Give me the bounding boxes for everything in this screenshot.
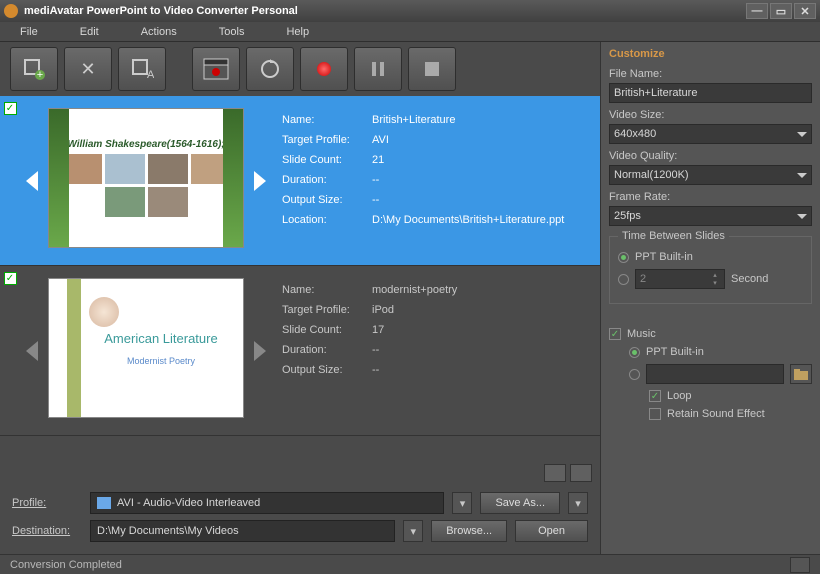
view-list-button[interactable] [570,464,592,482]
chevron-down-icon [797,132,807,137]
item-checkbox[interactable]: ✓ [4,102,17,115]
destination-dropdown-button[interactable]: ▾ [403,520,423,542]
slide-thumbnail: American Literature Modernist Poetry [48,278,244,418]
refresh-button[interactable] [246,47,294,91]
destination-label: Destination: [12,525,82,537]
minimize-button[interactable]: — [746,3,768,19]
quality-label: Video Quality: [609,150,812,162]
videosize-label: Video Size: [609,109,812,121]
toolbar: + ✕ A [0,42,600,96]
menu-help[interactable]: Help [286,26,309,38]
statusbar: Conversion Completed [0,554,820,574]
list-item[interactable]: ✓ American Literature Modernist Poetry N… [0,266,600,436]
chevron-down-icon [797,173,807,178]
slide-thumbnail: William Shakespeare(1564-1616); [48,108,244,248]
prev-slide-button[interactable] [26,171,38,191]
record-button[interactable] [300,47,348,91]
music-group: ✓Music PPT Built-in ✓Loop Retain Sound E… [609,314,812,434]
loop-checkbox[interactable]: ✓ [649,390,661,402]
filename-input[interactable] [609,83,812,103]
add-file-button[interactable]: + [10,47,58,91]
item-checkbox[interactable]: ✓ [4,272,17,285]
delete-button[interactable]: ✕ [64,47,112,91]
framerate-label: Frame Rate: [609,191,812,203]
view-switch [0,460,600,486]
app-title: mediAvatar PowerPoint to Video Converter… [24,5,298,17]
time-between-slides-group: Time Between Slides PPT Built-in 2▴▾ Sec… [609,236,812,304]
time-seconds-spinner[interactable]: 2▴▾ [635,269,725,289]
save-as-button[interactable]: Save As... [480,492,560,514]
music-browse-button[interactable] [790,364,812,384]
menu-edit[interactable]: Edit [80,26,99,38]
menu-actions[interactable]: Actions [141,26,177,38]
framerate-select[interactable]: 25fps [609,206,812,226]
destination-input[interactable]: D:\My Documents\My Videos [90,520,395,542]
videosize-select[interactable]: 640x480 [609,124,812,144]
retain-sound-checkbox[interactable] [649,408,661,420]
music-file-input[interactable] [646,364,784,384]
next-slide-button[interactable] [254,171,266,191]
save-as-dropdown-button[interactable]: ▾ [568,492,588,514]
status-text: Conversion Completed [10,559,122,571]
menu-tools[interactable]: Tools [219,26,245,38]
profile-select[interactable]: AVI - Audio-Video Interleaved [90,492,444,514]
open-button[interactable]: Open [515,520,588,542]
pause-button[interactable] [354,47,402,91]
prev-slide-button[interactable] [26,341,38,361]
quality-select[interactable]: Normal(1200K) [609,165,812,185]
clapper-record-button[interactable] [192,47,240,91]
customize-title: Customize [609,48,812,60]
time-ppt-builtin-radio[interactable] [618,252,629,263]
status-log-button[interactable] [790,557,810,573]
music-checkbox[interactable]: ✓ [609,328,621,340]
list-item[interactable]: ✓ William Shakespeare(1564-1616); Name:B… [0,96,600,266]
bottom-panel: Profile: AVI - Audio-Video Interleaved ▾… [0,486,600,554]
titlebar: mediAvatar PowerPoint to Video Converter… [0,0,820,22]
view-thumbnails-button[interactable] [544,464,566,482]
svg-text:+: + [37,69,43,81]
item-metadata: Name:modernist+poetry Target Profile:iPo… [272,266,600,435]
customize-panel: Customize File Name: Video Size: 640x480… [600,42,820,554]
item-metadata: Name:British+Literature Target Profile:A… [272,96,600,265]
chevron-down-icon [797,214,807,219]
profile-label: Profile: [12,497,82,509]
profile-dropdown-button[interactable]: ▾ [452,492,472,514]
stop-button[interactable] [408,47,456,91]
music-custom-radio[interactable] [629,369,640,380]
browse-button[interactable]: Browse... [431,520,507,542]
record-icon [317,62,331,76]
svg-text:A: A [147,69,154,81]
time-custom-radio[interactable] [618,274,629,285]
filename-label: File Name: [609,68,812,80]
menubar: File Edit Actions Tools Help [0,22,820,42]
app-icon [4,4,18,18]
maximize-button[interactable]: ▭ [770,3,792,19]
music-ppt-builtin-radio[interactable] [629,347,640,358]
file-list: ✓ William Shakespeare(1564-1616); Name:B… [0,96,600,460]
auto-button[interactable]: A [118,47,166,91]
profile-icon [97,497,111,509]
menu-file[interactable]: File [20,26,38,38]
close-button[interactable]: ✕ [794,3,816,19]
next-slide-button[interactable] [254,341,266,361]
